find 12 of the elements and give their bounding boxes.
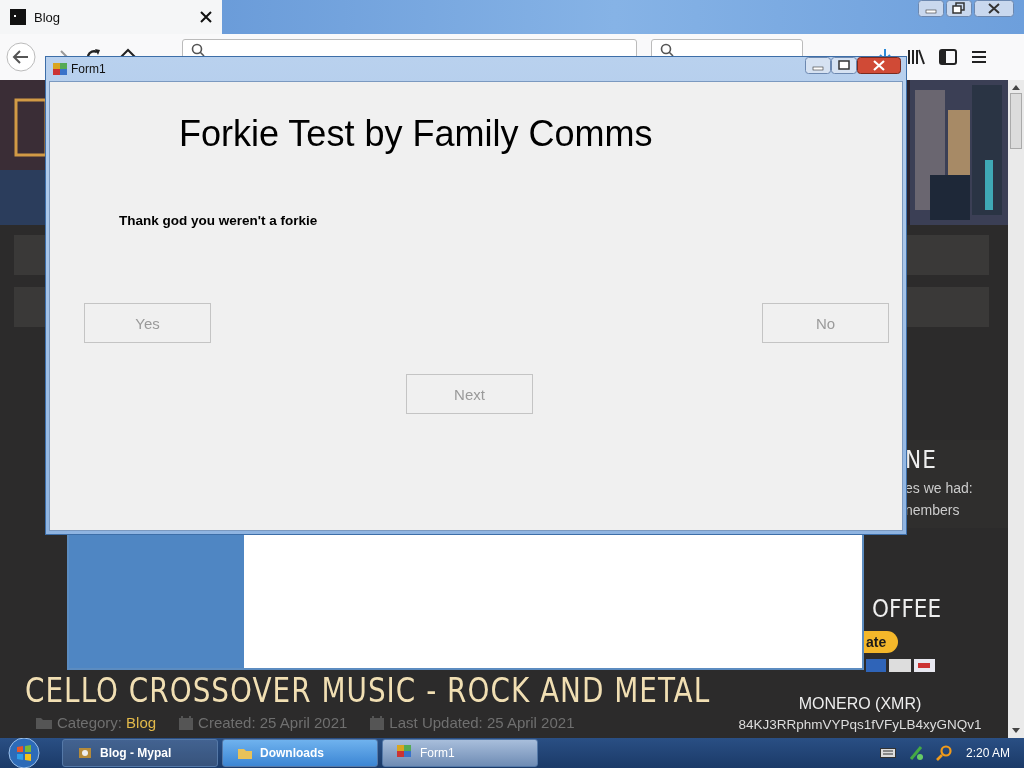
dialog-heading: Forkie Test by Family Comms — [179, 113, 654, 155]
created-date: Created: 25 April 2021 — [198, 714, 348, 731]
sidebar-heading: OFFEE — [871, 595, 942, 623]
article-title: CELLO CROSSOVER MUSIC - ROCK AND METAL — [25, 670, 711, 710]
message-text: Thank god you weren't a forkie — [119, 213, 319, 228]
wallet-address: 84KJ3RRphmVYPqs1fVFyLB4xyGNQv1 — [738, 717, 982, 732]
updated-date: Last Updated: 25 April 2021 — [389, 714, 575, 731]
sidebar-heading: MONERO (XMR) — [798, 695, 922, 713]
window-title: Form1 — [71, 62, 106, 76]
sidebar-text: nembers — [905, 502, 961, 518]
category-label: Category: — [57, 714, 123, 731]
sidebar-heading: NE — [905, 446, 938, 474]
